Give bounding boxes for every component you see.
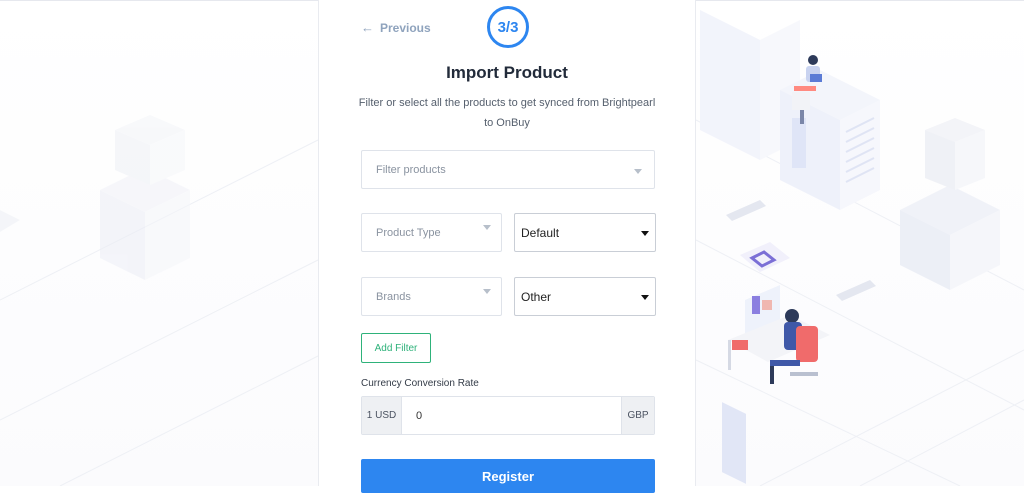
chevron-down-icon bbox=[634, 169, 642, 174]
subtitle-line-2: to OnBuy bbox=[484, 117, 530, 129]
previous-label: Previous bbox=[380, 20, 431, 35]
page-title: Import Product bbox=[446, 63, 568, 82]
filter-products-select[interactable]: Filter products bbox=[361, 150, 655, 189]
arrow-left-icon: ← bbox=[361, 20, 374, 35]
filter-products-placeholder: Filter products bbox=[376, 163, 446, 176]
chevron-down-icon bbox=[483, 289, 491, 294]
previous-link[interactable]: ← Previous bbox=[361, 20, 431, 35]
page-subtitle: Filter or select all the products to get… bbox=[349, 93, 665, 133]
chevron-down-icon bbox=[641, 230, 649, 236]
product-type-operator-value: Default bbox=[521, 225, 560, 240]
add-filter-button[interactable]: Add Filter bbox=[361, 333, 431, 363]
chevron-down-icon bbox=[641, 294, 649, 300]
register-button[interactable]: Register bbox=[361, 459, 655, 493]
product-type-placeholder: Product Type bbox=[376, 226, 441, 239]
brands-select[interactable]: Brands bbox=[361, 277, 502, 316]
conversion-rate-input[interactable]: 0 bbox=[402, 397, 621, 434]
arrow-tags-decor bbox=[726, 200, 876, 301]
logo-panel-illustration bbox=[740, 242, 790, 272]
import-product-card: ← Previous 3/3 Import Product Filter or … bbox=[318, 0, 696, 493]
brands-operator-value: Other bbox=[521, 289, 552, 304]
brands-operator-select[interactable]: Other bbox=[514, 277, 656, 316]
brands-placeholder: Brands bbox=[376, 290, 411, 303]
currency-to-addon: GBP bbox=[621, 397, 654, 434]
currency-from-addon: 1 USD bbox=[362, 397, 402, 434]
subtitle-line-1: Filter or select all the products to get… bbox=[358, 97, 656, 109]
server-towers-right bbox=[700, 10, 1000, 484]
step-indicator: 3/3 bbox=[487, 6, 529, 48]
chevron-down-icon bbox=[483, 225, 491, 230]
desk-worker-illustration bbox=[728, 285, 830, 384]
currency-conversion-label: Currency Conversion Rate bbox=[361, 378, 479, 389]
currency-conversion-group: 1 USD 0 GBP bbox=[361, 396, 655, 435]
product-type-operator-select[interactable]: Default bbox=[514, 213, 656, 252]
server-stack-left bbox=[0, 115, 190, 280]
product-type-select[interactable]: Product Type bbox=[361, 213, 502, 252]
